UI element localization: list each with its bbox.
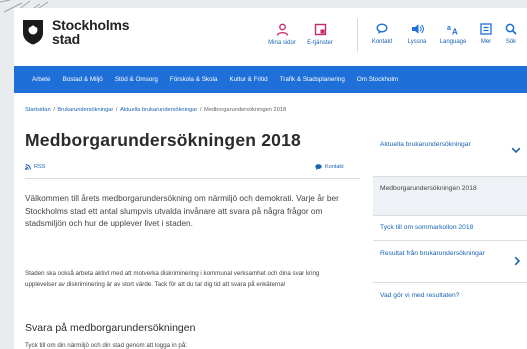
menu-box-icon bbox=[480, 23, 492, 35]
sidebar-item-resultat[interactable]: Resultat från brukarundersökningar bbox=[373, 241, 527, 283]
lyssna-link[interactable]: Lyssna bbox=[405, 23, 429, 45]
nav-item-trafik-stadsplanering[interactable]: Trafik & Stadsplanering bbox=[280, 76, 345, 83]
site-header: Stockholms stad Mina sidor E-tjänster Ko… bbox=[14, 8, 527, 66]
language-link[interactable]: a A Language bbox=[438, 23, 468, 45]
sidebar-item-vad-gor-vi[interactable]: Vad gör vi med resultaten? bbox=[373, 283, 527, 309]
page: Stockholms stad Mina sidor E-tjänster Ko… bbox=[14, 8, 527, 349]
sidebar-item-label: Vad gör vi med resultaten? bbox=[380, 292, 460, 299]
sidebar-item-label: Medborgarundersökningen 2018 bbox=[380, 185, 477, 192]
e-tjanster-link[interactable]: E-tjänster bbox=[302, 23, 338, 46]
svg-text:a: a bbox=[447, 25, 451, 32]
breadcrumb: Startsidan / Brukarundersökningar / Aktu… bbox=[25, 107, 287, 113]
main-nav: Arbete Bostad & Miljö Stöd & Omsorg Förs… bbox=[14, 66, 527, 93]
stockholms-stad-logo[interactable]: Stockholms stad bbox=[22, 17, 130, 47]
content-divider bbox=[25, 178, 360, 179]
person-icon bbox=[276, 23, 288, 36]
intro-text: Välkommen till årets medborgarundersökni… bbox=[25, 193, 339, 228]
speaker-icon bbox=[411, 24, 424, 34]
nav-item-om-stockholm[interactable]: Om Stockholm bbox=[357, 76, 398, 83]
language-label: Language bbox=[439, 39, 467, 45]
kontakt-link[interactable]: Kontakt bbox=[368, 23, 396, 45]
coat-of-arms-icon bbox=[23, 20, 43, 45]
lyssna-label: Lyssna bbox=[407, 39, 427, 45]
chevron-right-icon[interactable] bbox=[514, 256, 521, 266]
nav-item-arbete[interactable]: Arbete bbox=[32, 76, 51, 83]
sidebar-item-sommarkollon[interactable]: Tyck till om sommarkollon 2018 bbox=[373, 216, 527, 241]
sidebar-item-label: Resultat från brukarundersökningar bbox=[380, 250, 485, 257]
rss-link[interactable]: RSS bbox=[25, 164, 45, 170]
e-tjanster-label: E-tjänster bbox=[307, 40, 333, 46]
body-text: Staden ska också arbeta aktivt med att m… bbox=[25, 270, 320, 288]
header-divider bbox=[357, 18, 358, 52]
kontakt-label: Kontakt bbox=[371, 39, 393, 45]
sidebar-item-label: Tyck till om sommarkollon 2018 bbox=[380, 224, 474, 231]
sidebar-item-medborgarundersokningen[interactable]: Medborgarundersökningen 2018 bbox=[373, 177, 527, 216]
breadcrumb-link[interactable]: Startsidan bbox=[25, 107, 51, 113]
logo-line-2: stad bbox=[52, 31, 80, 47]
nav-item-stod-omsorg[interactable]: Stöd & Omsorg bbox=[115, 76, 158, 83]
header-tools: Kontakt Lyssna a A Language Mer Sök bbox=[368, 23, 518, 45]
chevron-down-icon[interactable] bbox=[511, 147, 521, 154]
search-icon bbox=[505, 23, 517, 35]
rss-label: RSS bbox=[34, 164, 46, 170]
breadcrumb-current: Medborgarundersökningen 2018 bbox=[203, 107, 287, 113]
mina-sidor-label: Mina sidor bbox=[268, 40, 296, 46]
header-primary-links: Mina sidor E-tjänster bbox=[264, 23, 347, 46]
sok-link[interactable]: Sök bbox=[504, 23, 518, 45]
mina-sidor-link[interactable]: Mina sidor bbox=[264, 23, 300, 46]
e-services-icon bbox=[314, 23, 326, 36]
nav-item-forskola-skola[interactable]: Förskola & Skola bbox=[170, 76, 218, 83]
sidebar-menu: Aktuella brukarundersökningar Medborgaru… bbox=[373, 130, 527, 309]
nav-item-kultur-fritid[interactable]: Kultur & Fritid bbox=[229, 76, 267, 83]
chat-bubble-icon bbox=[376, 23, 388, 34]
sidebar-item-aktuella[interactable]: Aktuella brukarundersökningar bbox=[373, 130, 527, 177]
sidebar-item-label: Aktuella brukarundersökningar bbox=[380, 141, 471, 148]
mer-link[interactable]: Mer bbox=[477, 23, 495, 45]
section-text: Tyck till om din närmiljö och din stad g… bbox=[25, 342, 187, 349]
rss-icon bbox=[25, 164, 31, 170]
svg-text:A: A bbox=[452, 28, 458, 36]
breadcrumb-link[interactable]: Aktuella brukarundersökningar bbox=[120, 107, 197, 113]
kontakt-page-link[interactable]: Kontakt bbox=[315, 164, 344, 170]
translate-icon: a A bbox=[447, 25, 458, 36]
chat-bubble-icon bbox=[315, 164, 322, 170]
logo-line-1: Stockholms bbox=[52, 17, 130, 33]
page-title: Medborgarundersökningen 2018 bbox=[25, 130, 301, 150]
nav-item-bostad-miljo[interactable]: Bostad & Miljö bbox=[63, 76, 103, 83]
kontakt-page-label: Kontakt bbox=[325, 164, 344, 170]
sok-label: Sök bbox=[505, 39, 517, 45]
breadcrumb-link[interactable]: Brukarundersökningar bbox=[57, 107, 113, 113]
mer-label: Mer bbox=[480, 39, 492, 45]
section-heading: Svara på medborgarundersökningen bbox=[25, 322, 196, 334]
